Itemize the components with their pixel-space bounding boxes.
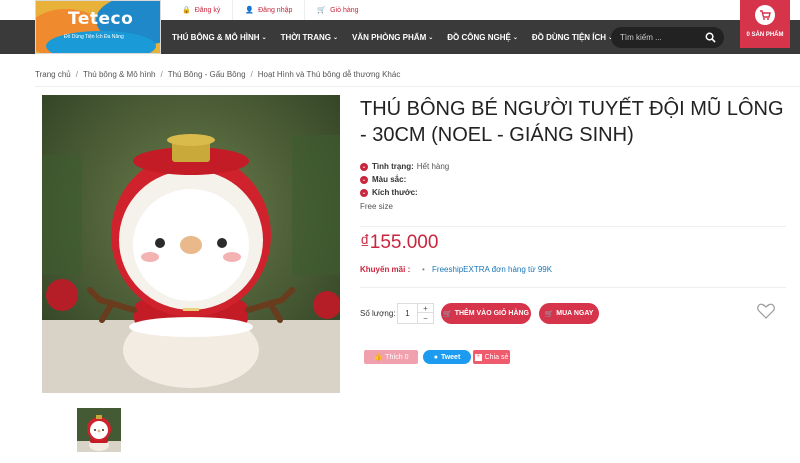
nav-item-fashion[interactable]: THỜI TRANG ⌄ [281,33,338,42]
breadcrumb-separator: / [75,70,78,79]
heart-icon[interactable] [757,303,775,319]
chevron-down-icon: ⌄ [261,34,267,41]
quantity-input[interactable]: 1 [398,304,418,323]
chevron-down-icon: ⌄ [332,34,338,41]
site-logo[interactable]: Teteco Đồ Dùng Tiện Ích Đa Năng [35,0,161,54]
thumbs-up-icon: 👍 [373,354,383,361]
nav-item-label: ĐỒ CÔNG NGHỆ [447,32,511,42]
search-box [611,27,724,48]
chevron-down-circle-icon: ⌄ [360,162,368,171]
nav-item-plush[interactable]: THÚ BÔNG & MÔ HÌNH ⌄ [172,33,267,42]
cart-icon: 🛒 [317,7,327,14]
breadcrumb-item[interactable]: Hoạt Hình và Thú bông dễ thương Khác [258,70,401,79]
user-icon: 👤 [245,7,255,14]
promo-item[interactable]: • FreeshipEXTRA đơn hàng từ 99K [422,265,552,274]
nav-item-label: VĂN PHÒNG PHẨM [352,32,427,42]
divider [35,86,800,87]
bullet: • [422,265,425,274]
search-icon[interactable] [705,32,716,43]
divider [360,287,786,288]
size-option[interactable]: Free size [360,202,393,211]
like-label: Thích 0 [385,353,409,361]
promo-label: Khuyến mãi : [360,265,411,274]
add-to-cart-label: THÊM VÀO GIỎ HÀNG [454,310,529,317]
attribute-status: ⌄ Tình trạng: Hết hàng [360,160,449,173]
nav-menu: THÚ BÔNG & MÔ HÌNH ⌄ THỜI TRANG ⌄ VĂN PH… [172,20,627,54]
status-label: Tình trạng: [372,162,414,171]
product-price: ₫155.000 [360,232,439,253]
nav-item-tech[interactable]: ĐỒ CÔNG NGHỆ ⌄ [447,33,518,42]
product-thumbnail[interactable] [77,408,121,452]
product-title: THÚ BÔNG BÉ NGƯỜI TUYẾT ĐỘI MŨ LÔNG - 30… [360,98,784,146]
product-main-image[interactable] [42,95,340,393]
nav-item-label: THÚ BÔNG & MÔ HÌNH [172,32,260,42]
size-label: Kích thước: [372,188,418,197]
plus-icon: + [474,353,482,361]
search-input[interactable] [611,33,699,42]
top-links: 🔒 Đăng ký 👤 Đăng nhập 🛒 Giỏ hàng [170,0,371,20]
breadcrumb-item[interactable]: Thú Bông - Gấu Bông [168,70,246,79]
color-label: Màu sắc: [372,175,407,184]
cart-icon [755,5,775,25]
logo-text: Teteco [68,9,134,29]
promo-text: FreeshipEXTRA đơn hàng từ 99K [432,265,553,274]
facebook-like-button[interactable]: 👍 Thích 0 [364,350,418,364]
add-to-cart-button[interactable]: 🛒 THÊM VÀO GIỎ HÀNG [441,303,531,324]
quantity-label: Số lượng: [360,309,396,318]
buy-now-button[interactable]: 🛒 MUA NGAY [539,303,599,324]
nav-item-utility[interactable]: ĐỒ DÙNG TIỆN ÍCH ⌄ [532,33,613,42]
product-attributes: ⌄ Tình trạng: Hết hàng ⌄ Màu sắc: ⌄ Kích… [360,160,449,199]
share-label: Chia sẻ [484,353,509,361]
register-label: Đăng ký [194,6,221,14]
breadcrumb: Trang chủ / Thú bông & Mô hình / Thú Bôn… [35,70,400,79]
chevron-down-icon: ⌄ [512,34,518,41]
cart-count-label: 0 SẢN PHẨM [746,32,784,38]
login-link[interactable]: 👤 Đăng nhập [232,0,304,20]
quantity-increase-button[interactable]: + [418,304,433,313]
chevron-down-circle-icon: ⌄ [360,188,368,197]
breadcrumb-separator: / [250,70,253,79]
cart-icon: 🛒 [443,310,452,318]
breadcrumb-separator: / [160,70,163,79]
breadcrumb-item[interactable]: Thú bông & Mô hình [83,70,156,79]
divider [360,226,786,227]
tweet-button[interactable]: ● Tweet [423,350,471,364]
cart-link-label: Giỏ hàng [330,6,359,14]
quantity-decrease-button[interactable]: − [418,314,433,323]
chevron-down-circle-icon: ⌄ [360,175,368,184]
snowman-plush-illustration [42,95,340,393]
cart-link[interactable]: 🛒 Giỏ hàng [304,0,370,20]
nav-item-label: ĐỒ DÙNG TIỆN ÍCH [531,32,607,42]
status-value: Hết hàng [416,162,450,171]
logo-tagline: Đồ Dùng Tiện Ích Đa Năng [64,34,124,40]
header-cart-button[interactable]: 0 SẢN PHẨM [740,0,790,48]
buy-now-label: MUA NGAY [556,310,594,317]
attribute-size[interactable]: ⌄ Kích thước: [360,186,449,199]
chevron-down-icon: ⌄ [428,34,434,41]
nav-item-stationery[interactable]: VĂN PHÒNG PHẨM ⌄ [352,33,433,42]
lock-icon: 🔒 [182,7,191,14]
twitter-icon: ● [433,353,438,361]
cart-icon: 🛒 [544,310,554,318]
nav-item-label: THỜI TRANG [280,32,331,42]
quantity-stepper: 1 + − [397,303,434,324]
breadcrumb-item[interactable]: Trang chủ [35,70,71,79]
register-link[interactable]: 🔒 Đăng ký [170,0,232,20]
attribute-color[interactable]: ⌄ Màu sắc: [360,173,449,186]
snowman-thumbnail-illustration [77,408,121,452]
login-label: Đăng nhập [258,6,293,14]
tweet-label: Tweet [440,353,461,361]
share-button[interactable]: + Chia sẻ [473,350,510,364]
